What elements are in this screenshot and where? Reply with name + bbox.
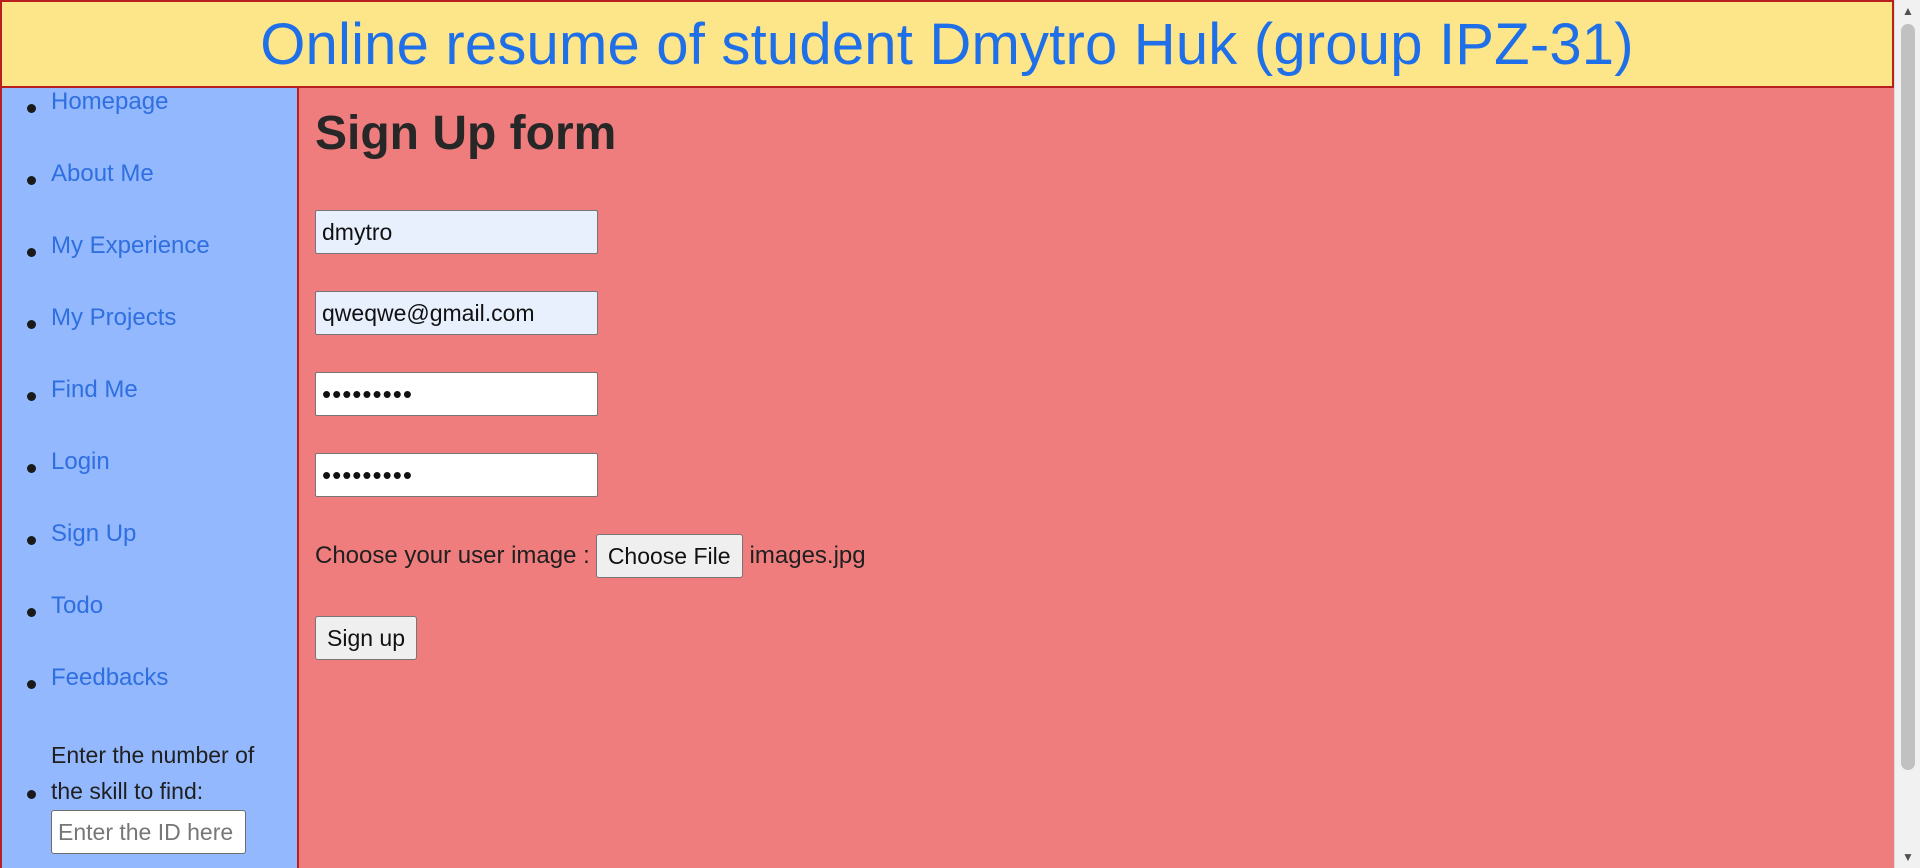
- bullet-icon: [27, 536, 36, 545]
- main-content: Sign Up form Choose your user image : Ch…: [299, 88, 1894, 868]
- nav-link-homepage[interactable]: Homepage: [51, 88, 168, 116]
- vertical-scrollbar[interactable]: ▲ ▼: [1894, 0, 1920, 868]
- nav-link-login[interactable]: Login: [51, 448, 110, 476]
- scroll-up-arrow-icon[interactable]: ▲: [1895, 0, 1920, 22]
- selected-file-name: images.jpg: [749, 542, 866, 569]
- nav-link-todo[interactable]: Todo: [51, 592, 103, 620]
- bullet-icon: [27, 248, 36, 257]
- bullet-icon: [27, 464, 36, 473]
- bullet-icon: [27, 608, 36, 617]
- bullet-icon: [27, 392, 36, 401]
- skill-search-label: Enter the number of the skill to find:: [51, 742, 255, 804]
- bullet-icon: [27, 790, 36, 799]
- sidebar: Homepage About Me My Experience My Proje…: [0, 88, 299, 868]
- password-input[interactable]: [315, 372, 598, 416]
- nav-link-sign-up[interactable]: Sign Up: [51, 520, 136, 548]
- skill-id-input[interactable]: [51, 810, 246, 854]
- nav-link-feedbacks[interactable]: Feedbacks: [51, 664, 168, 692]
- bullet-icon: [27, 680, 36, 689]
- page: Online resume of student Dmytro Huk (gro…: [0, 0, 1920, 868]
- file-upload-label: Choose your user image :: [315, 542, 590, 569]
- scroll-down-arrow-icon[interactable]: ▼: [1895, 846, 1920, 868]
- file-upload-row: Choose your user image : Choose File ima…: [315, 534, 866, 578]
- confirm-password-input[interactable]: [315, 453, 598, 497]
- choose-file-button[interactable]: Choose File: [595, 534, 743, 578]
- page-title: Online resume of student Dmytro Huk (gro…: [260, 11, 1634, 77]
- email-input[interactable]: [315, 291, 598, 335]
- nav-link-about-me[interactable]: About Me: [51, 160, 154, 188]
- form-title: Sign Up form: [315, 107, 617, 160]
- nav-link-find-me[interactable]: Find Me: [51, 376, 138, 404]
- scrollbar-thumb[interactable]: [1901, 24, 1915, 770]
- nav-link-my-experience[interactable]: My Experience: [51, 232, 210, 260]
- username-input[interactable]: [315, 210, 598, 254]
- bullet-icon: [27, 104, 36, 113]
- bullet-icon: [27, 176, 36, 185]
- page-header: Online resume of student Dmytro Huk (gro…: [0, 0, 1894, 88]
- bullet-icon: [27, 320, 36, 329]
- sign-up-submit-button[interactable]: Sign up: [315, 616, 418, 660]
- nav-link-my-projects[interactable]: My Projects: [51, 304, 176, 332]
